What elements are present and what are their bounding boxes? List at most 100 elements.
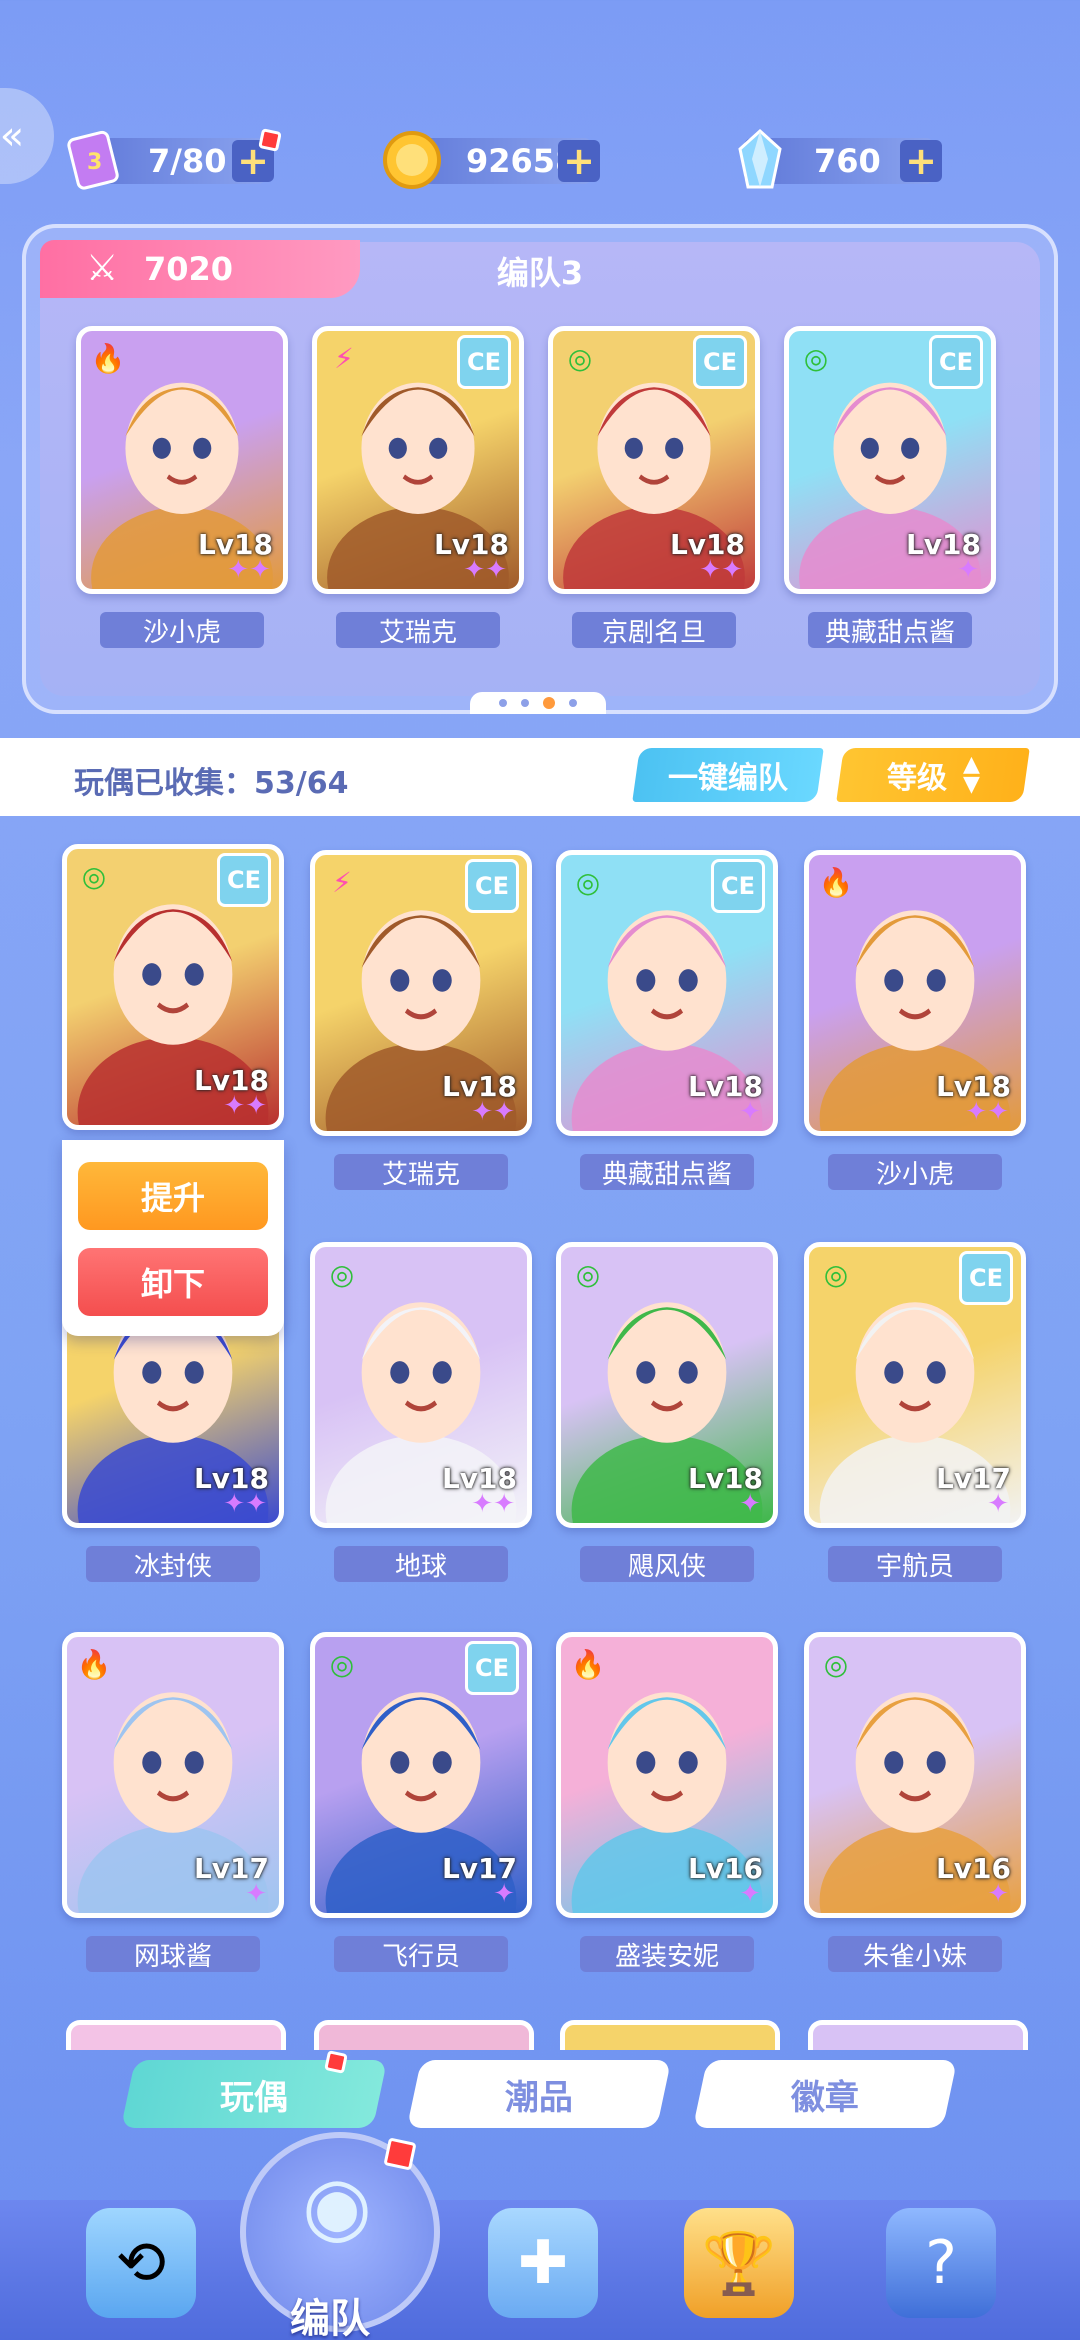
lightning-icon: ⚡ [334, 341, 354, 375]
doll-card[interactable]: ◎ Lv18 ✦✦ [310, 1242, 532, 1528]
wind-icon: ◎ [823, 1647, 849, 1681]
auto-team-button[interactable]: 一键编队 [632, 748, 824, 802]
nav-active-label: 编队 [290, 2296, 370, 2340]
star-rank-icon: ✦ [987, 1879, 1009, 1909]
back-button[interactable]: « [0, 88, 54, 184]
star-rank-icon: ✦✦ [965, 1097, 1009, 1127]
star-rank-icon: ✦✦ [471, 1489, 515, 1519]
star-rank-icon: ✦ [739, 1097, 761, 1127]
team-member-card[interactable]: 🔥 Lv18 ✦✦ [76, 326, 288, 594]
doll-card-partial[interactable] [314, 2020, 534, 2050]
star-rank-icon: ✦ [739, 1879, 761, 1909]
doll-card[interactable]: ◎ Lv18 ✦ [556, 1242, 778, 1528]
crystal-count: 760 [814, 142, 881, 180]
tab-dolls-label: 玩偶 [220, 2077, 288, 2118]
doll-name: 盛装安妮 [580, 1936, 754, 1972]
doll-card-partial[interactable] [66, 2020, 286, 2050]
page-indicator[interactable] [470, 692, 606, 714]
ce-badge-icon: CE [457, 335, 511, 389]
ce-badge-icon: CE [217, 853, 271, 907]
star-rank-icon: ✦✦ [223, 1489, 267, 1519]
doll-card-partial[interactable] [560, 2020, 780, 2050]
doll-card[interactable]: ◎ CE Lv17 ✦ [310, 1632, 532, 1918]
crossed-swords-icon: ⚔ [86, 248, 119, 289]
star-rank-icon: ✦✦ [223, 1091, 267, 1121]
ce-badge-icon: CE [465, 1641, 519, 1695]
gacha-icon[interactable]: ⟲ [86, 2208, 196, 2318]
ticket-icon: 3 [58, 124, 130, 196]
doll-name: 朱雀小妹 [828, 1936, 1002, 1972]
doll-name: 艾瑞克 [336, 612, 500, 648]
doll-name: 网球酱 [86, 1936, 260, 1972]
coin-resource: 92658 + [383, 131, 600, 189]
ce-badge-icon: CE [959, 1251, 1013, 1305]
doll-name: 典藏甜点酱 [580, 1154, 754, 1190]
sort-label: 等级 [886, 761, 947, 796]
ticket-resource: 3 7/80 + [67, 128, 282, 190]
team-member-card[interactable]: ◎ CE Lv18 ✦✦ [548, 326, 760, 594]
doll-name: 艾瑞克 [334, 1154, 508, 1190]
fire-icon: 🔥 [76, 1647, 112, 1681]
doll-card[interactable]: ◎ CE Lv17 ✦ [804, 1242, 1026, 1528]
tab-trendy-items[interactable]: 潮品 [406, 2060, 672, 2128]
star-rank-icon: ✦ [957, 555, 979, 585]
tab-badges[interactable]: 徽章 [692, 2060, 958, 2128]
auto-team-label: 一键编队 [668, 761, 788, 796]
wind-icon: ◎ [567, 341, 593, 375]
doll-card[interactable]: ◎ CE Lv18 ✦✦ [62, 844, 284, 1130]
fire-icon: 🔥 [570, 1647, 606, 1681]
fire-icon: 🔥 [90, 341, 126, 375]
remove-button[interactable]: 卸下 [78, 1248, 268, 1316]
slot-machine-icon[interactable]: ? [886, 2208, 996, 2318]
tab-dolls[interactable]: 玩偶 [120, 2060, 388, 2128]
lightning-icon: ⚡ [332, 865, 352, 899]
doll-card[interactable]: 🔥 Lv17 ✦ [62, 1632, 284, 1918]
team-power-value: 7020 [144, 250, 234, 288]
team-power-tab: ⚔ 7020 [40, 240, 360, 298]
add-coin-button[interactable]: + [558, 139, 600, 183]
notification-dot [383, 2137, 417, 2171]
team-member-card[interactable]: ◎ CE Lv18 ✦ [784, 326, 996, 594]
doll-card[interactable]: 🔥 Lv16 ✦ [556, 1632, 778, 1918]
doll-card-partial[interactable] [808, 2020, 1028, 2050]
star-rank-icon: ✦ [739, 1489, 761, 1519]
tab-badges-label: 徽章 [791, 2077, 859, 2118]
doll-name: 宇航员 [828, 1546, 1002, 1582]
doll-name: 京剧名旦 [572, 612, 736, 648]
wind-icon: ◎ [823, 1257, 849, 1291]
sort-button[interactable]: 等级 ▲ ▼ [836, 748, 1030, 802]
wind-icon: ◎ [81, 859, 107, 893]
star-rank-icon: ✦✦ [227, 555, 271, 585]
doll-name: 冰封侠 [86, 1546, 260, 1582]
upgrade-button[interactable]: 提升 [78, 1162, 268, 1230]
notification-dot [324, 2050, 348, 2074]
doll-name: 地球 [334, 1546, 508, 1582]
crystal-icon [724, 124, 796, 196]
doll-name: 飓风侠 [580, 1546, 754, 1582]
doll-card[interactable]: ⚡ CE Lv18 ✦✦ [310, 850, 532, 1136]
wind-icon: ◎ [329, 1647, 355, 1681]
doll-card[interactable]: ◎ Lv16 ✦ [804, 1632, 1026, 1918]
ce-badge-icon: CE [465, 859, 519, 913]
coin-icon [376, 124, 448, 196]
add-crystal-button[interactable]: + [900, 139, 942, 183]
notification-dot [258, 128, 282, 152]
doll-name: 沙小虎 [100, 612, 264, 648]
chevron-left-icon: « [0, 113, 25, 159]
team-member-card[interactable]: ⚡ CE Lv18 ✦✦ [312, 326, 524, 594]
team-title: 编队3 [496, 254, 584, 292]
wind-icon: ◎ [575, 1257, 601, 1291]
puzzle-icon[interactable]: ✚ [488, 2208, 598, 2318]
doll-name: 沙小虎 [828, 1154, 1002, 1190]
ticket-count: 7/80 [148, 142, 227, 180]
doll-name: 典藏甜点酱 [808, 612, 972, 648]
doll-card[interactable]: 🔥 Lv18 ✦✦ [804, 850, 1026, 1136]
doll-card[interactable]: ◎ CE Lv18 ✦ [556, 850, 778, 1136]
wind-icon: ◎ [575, 865, 601, 899]
star-rank-icon: ✦✦ [463, 555, 507, 585]
star-rank-icon: ✦✦ [471, 1097, 515, 1127]
trophy-icon[interactable]: 🏆 [684, 2208, 794, 2318]
crystal-resource: 760 + [738, 129, 942, 189]
wind-icon: ◎ [329, 1257, 355, 1291]
star-rank-icon: ✦ [245, 1879, 267, 1909]
